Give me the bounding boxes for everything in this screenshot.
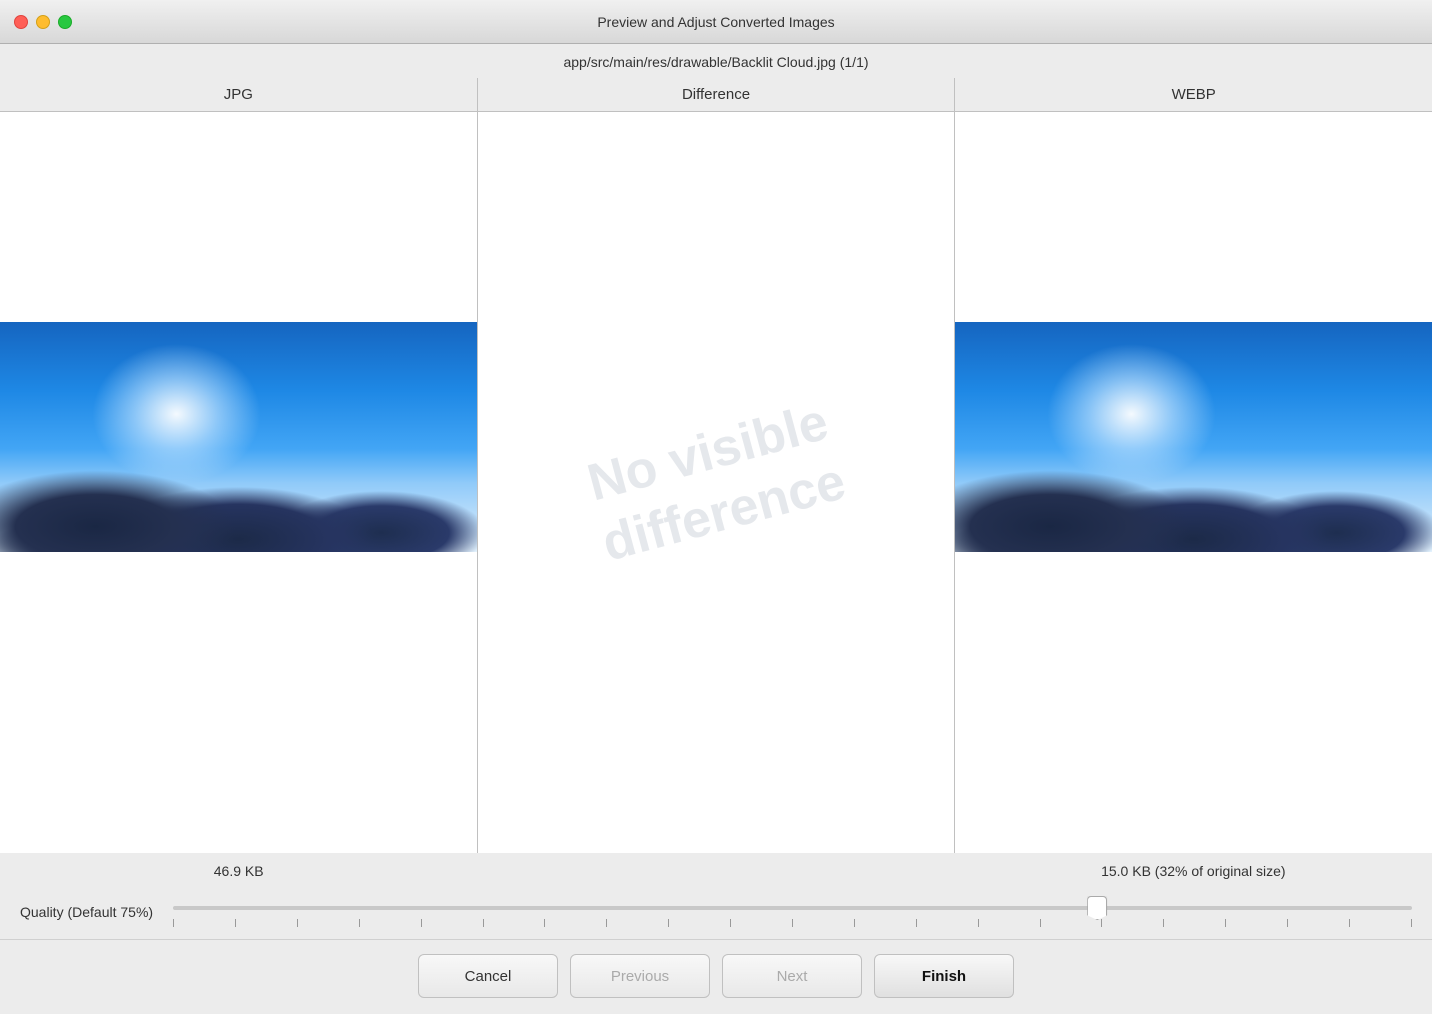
quality-slider-container: [173, 897, 1412, 927]
tick: [916, 919, 917, 927]
tick: [1225, 919, 1226, 927]
title-bar: Preview and Adjust Converted Images: [0, 0, 1432, 44]
difference-watermark: No visibledifference: [580, 390, 852, 575]
webp-image: [955, 322, 1432, 552]
tick: [792, 919, 793, 927]
tick: [854, 919, 855, 927]
tick: [1163, 919, 1164, 927]
previous-button[interactable]: Previous: [570, 954, 710, 998]
window-title: Preview and Adjust Converted Images: [597, 14, 834, 30]
difference-panel: No visibledifference: [478, 112, 956, 853]
jpg-panel: [0, 112, 478, 853]
webp-panel: [955, 112, 1432, 853]
tick: [1040, 919, 1041, 927]
tick: [544, 919, 545, 927]
webp-column-header: WEBP: [955, 78, 1432, 111]
quality-bar: Quality (Default 75%): [0, 889, 1432, 939]
tick: [297, 919, 298, 927]
cancel-button[interactable]: Cancel: [418, 954, 558, 998]
column-headers: JPG Difference WEBP: [0, 78, 1432, 112]
window-controls: [14, 15, 72, 29]
jpg-column-header: JPG: [0, 78, 478, 111]
tick: [1287, 919, 1288, 927]
minimize-button[interactable]: [36, 15, 50, 29]
finish-button[interactable]: Finish: [874, 954, 1014, 998]
slider-ticks: [173, 919, 1412, 927]
tick: [1101, 919, 1102, 927]
tick: [606, 919, 607, 927]
jpg-image: [0, 322, 477, 552]
tick: [483, 919, 484, 927]
webp-file-size: 15.0 KB (32% of original size): [955, 863, 1432, 879]
file-path: app/src/main/res/drawable/Backlit Cloud.…: [563, 54, 868, 70]
tick: [730, 919, 731, 927]
close-button[interactable]: [14, 15, 28, 29]
button-bar: Cancel Previous Next Finish: [0, 939, 1432, 1014]
tick: [668, 919, 669, 927]
quality-label: Quality (Default 75%): [20, 904, 153, 920]
jpg-file-size: 46.9 KB: [0, 863, 477, 879]
file-path-bar: app/src/main/res/drawable/Backlit Cloud.…: [0, 44, 1432, 78]
tick: [421, 919, 422, 927]
tick: [1349, 919, 1350, 927]
tick: [235, 919, 236, 927]
tick: [978, 919, 979, 927]
difference-column-header: Difference: [478, 78, 956, 111]
tick: [1411, 919, 1412, 927]
maximize-button[interactable]: [58, 15, 72, 29]
tick: [359, 919, 360, 927]
next-button[interactable]: Next: [722, 954, 862, 998]
image-area: No visibledifference: [0, 112, 1432, 853]
tick: [173, 919, 174, 927]
file-size-bar: 46.9 KB 15.0 KB (32% of original size): [0, 853, 1432, 889]
quality-slider[interactable]: [173, 906, 1412, 910]
